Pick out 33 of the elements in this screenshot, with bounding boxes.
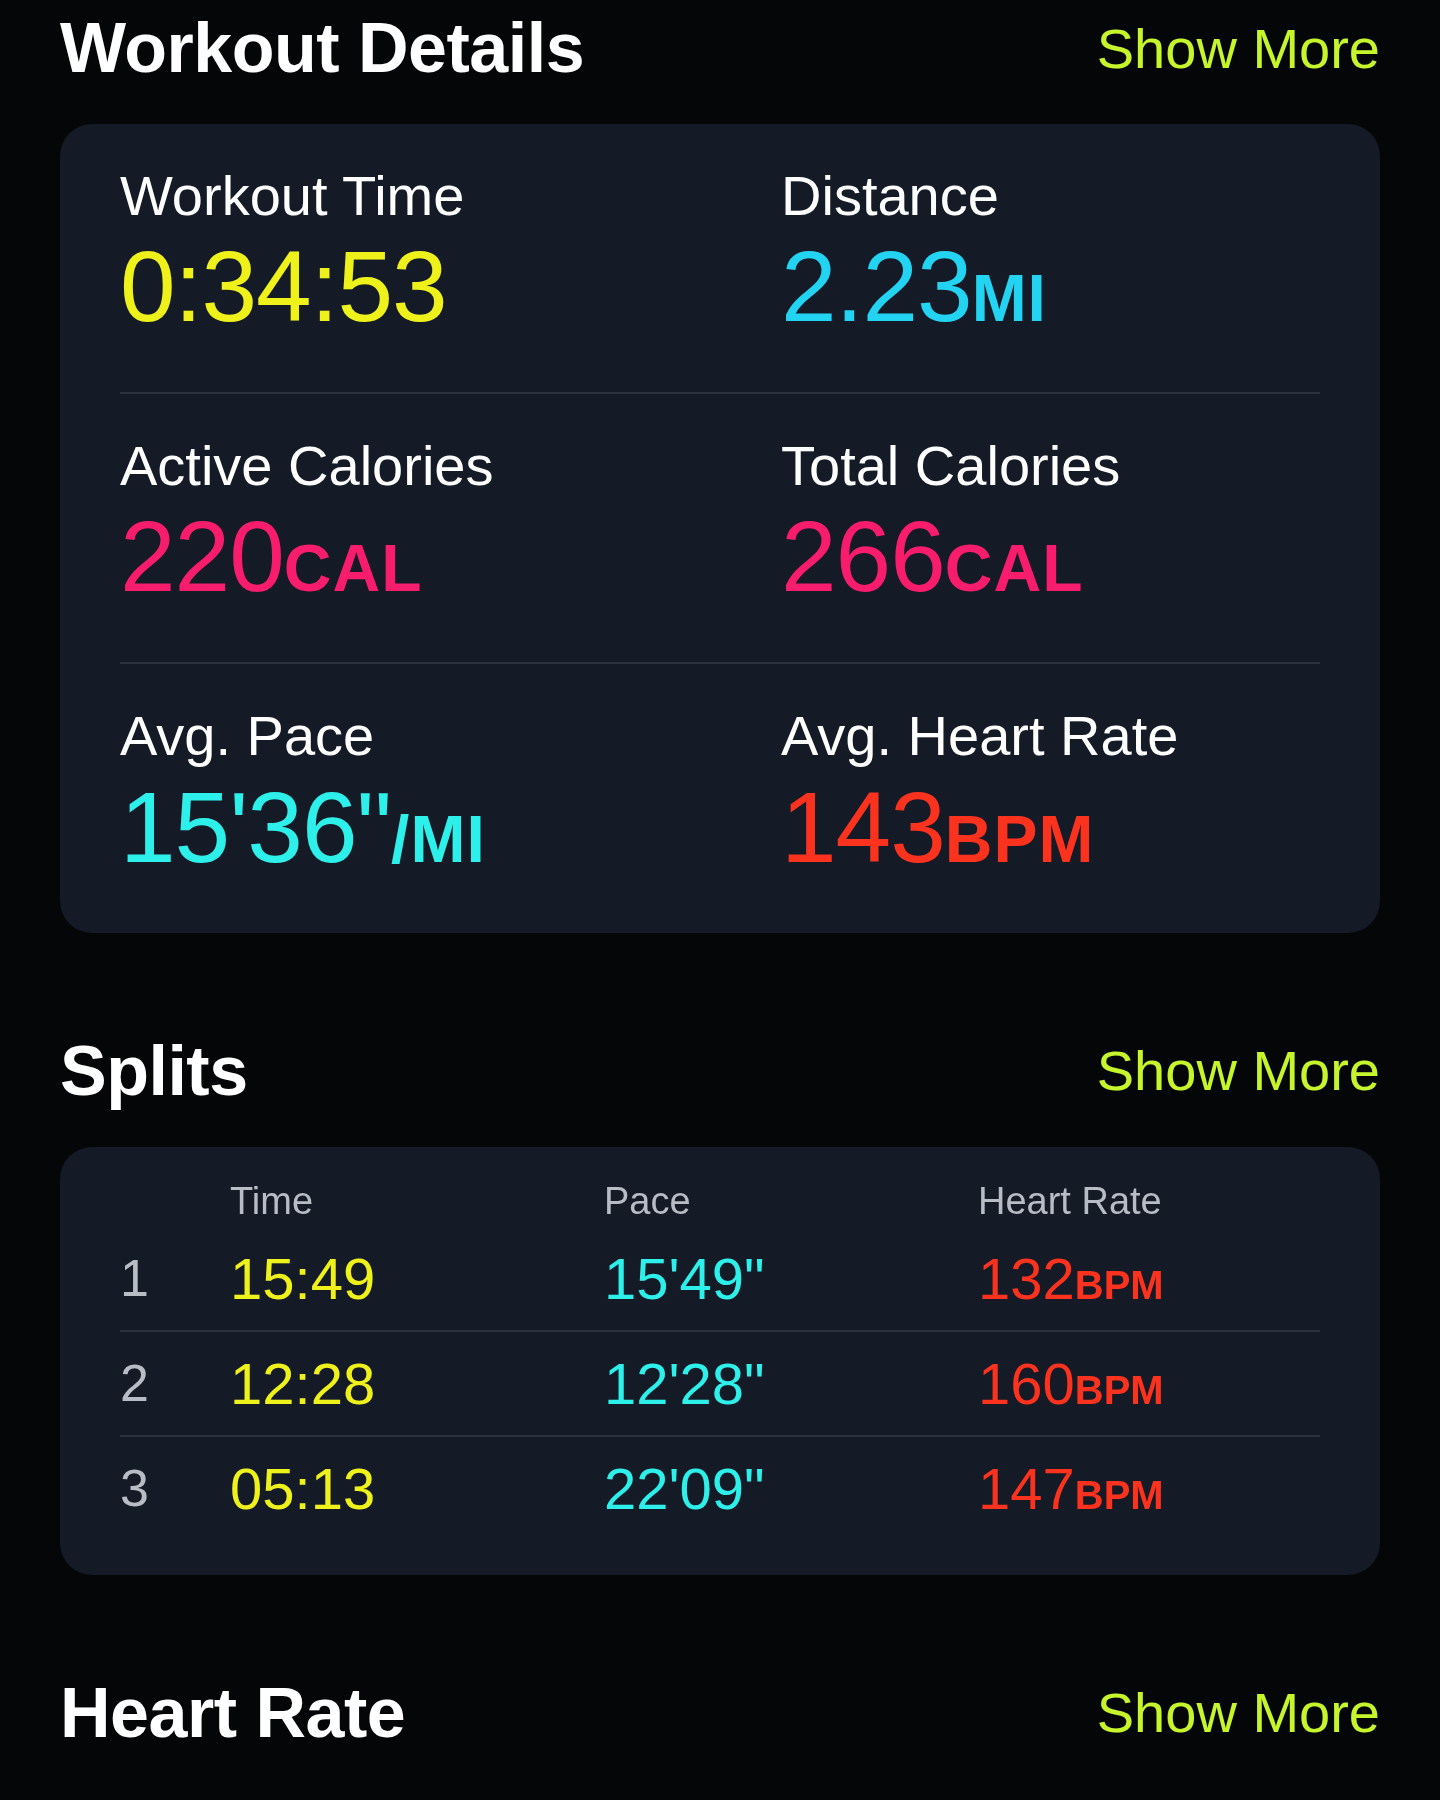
metric-label: Workout Time xyxy=(120,163,465,229)
metric-value: 220CAL xyxy=(120,499,423,615)
metric-value: 15'36"/MI xyxy=(120,769,486,885)
section-title: Heart Rate xyxy=(60,1672,406,1753)
show-more-link[interactable]: Show More xyxy=(1096,1038,1380,1104)
split-value: 147BPM xyxy=(978,1455,1164,1521)
split-value: 12'28" xyxy=(604,1350,765,1416)
split-value: 160BPM xyxy=(978,1350,1164,1416)
split-value: 22'09" xyxy=(604,1455,765,1521)
split-value: 15:49 xyxy=(230,1245,376,1311)
split-number: 3 xyxy=(120,1458,149,1519)
show-more-link[interactable]: Show More xyxy=(1096,15,1380,81)
split-value: 15'49" xyxy=(604,1245,765,1311)
metric-label: Avg. Heart Rate xyxy=(781,703,1179,770)
metric-value: 2.23MI xyxy=(781,229,1047,345)
metric-value: 143BPM xyxy=(781,769,1095,885)
metric-value: 266CAL xyxy=(781,499,1084,615)
metric-label: Avg. Pace xyxy=(120,703,375,770)
section-title: Workout Details xyxy=(60,8,585,88)
column-header: Time xyxy=(230,1180,314,1224)
column-header: Heart Rate xyxy=(978,1180,1162,1224)
split-value: 132BPM xyxy=(978,1245,1164,1311)
column-header: Pace xyxy=(604,1180,691,1224)
show-more-link[interactable]: Show More xyxy=(1096,1680,1380,1746)
split-number: 1 xyxy=(120,1248,149,1309)
metric-label: Active Calories xyxy=(120,433,494,500)
metric-label: Distance xyxy=(781,163,999,229)
metric-value: 0:34:53 xyxy=(120,229,447,345)
split-value: 12:28 xyxy=(230,1350,376,1416)
split-number: 2 xyxy=(120,1353,149,1414)
split-value: 05:13 xyxy=(230,1455,376,1521)
metric-label: Total Calories xyxy=(781,433,1121,500)
section-title: Splits xyxy=(60,1030,248,1111)
